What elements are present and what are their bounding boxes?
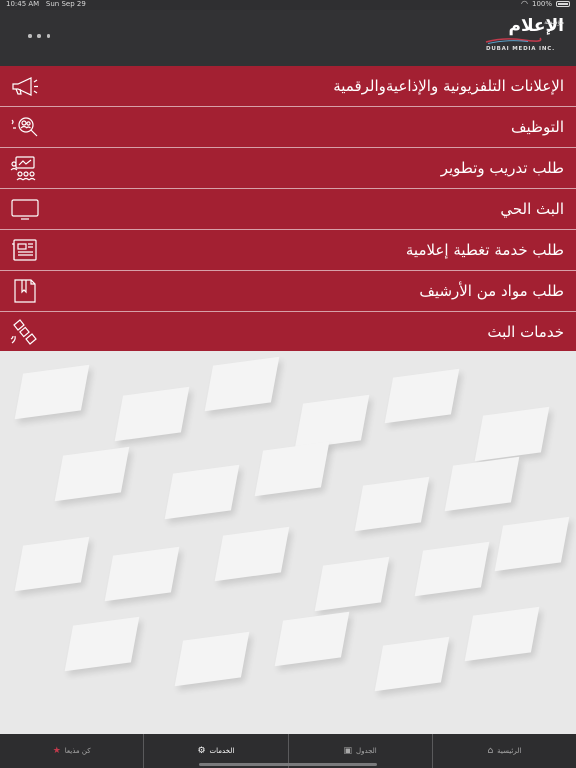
background-tile [374, 636, 450, 692]
decorative-background [0, 351, 576, 734]
background-tile [64, 616, 140, 672]
tab-label: كن مذيعا [64, 747, 91, 755]
background-tile [214, 526, 290, 582]
status-bar: 10:45 AM Sun Sep 29 ◠ 100% [0, 0, 576, 10]
home-icon: ⌂ [487, 746, 494, 756]
background-tile [174, 631, 250, 687]
menu-item-training[interactable]: طلب تدريب وتطوير [0, 148, 576, 189]
background-tile [254, 441, 330, 497]
services-icon: ⚙ [197, 746, 206, 756]
background-tile [384, 368, 460, 424]
tab-be-a-presenter[interactable]: ★ كن مذيعا [0, 734, 143, 768]
more-dots-icon [28, 34, 32, 38]
background-tile [444, 456, 520, 512]
menu-item-label: خدمات البث [487, 323, 564, 341]
menu-item-archive[interactable]: طلب مواد من الأرشيف [0, 271, 576, 312]
background-tile [54, 446, 130, 502]
menu-item-label: طلب مواد من الأرشيف [419, 282, 564, 300]
star-icon: ★ [52, 746, 61, 756]
archive-folder-icon [10, 278, 40, 304]
status-time-date: 10:45 AM Sun Sep 29 [6, 0, 86, 8]
background-tile [274, 611, 350, 667]
status-time: 10:45 AM [6, 0, 40, 8]
satellite-icon [10, 319, 40, 345]
more-dots-icon [37, 34, 41, 38]
menu-item-careers[interactable]: التوظيف [0, 107, 576, 148]
background-tile [314, 556, 390, 612]
background-tile [14, 364, 90, 420]
megaphone-icon [10, 73, 40, 99]
menu-item-live[interactable]: البث الحي [0, 189, 576, 230]
tv-icon [10, 196, 40, 222]
logo-arabic-small: مؤسسة [544, 19, 564, 26]
background-tile [14, 536, 90, 592]
bottom-tab-bar: ★ كن مذيعا ⚙ الخدمات ▣ الجدول ⌂ الرئيسية [0, 734, 576, 768]
dubai-media-logo: الإعلام مؤسسة DUBAI MEDIA INC. [482, 16, 564, 56]
schedule-icon: ▣ [343, 746, 352, 756]
background-tile [464, 606, 540, 662]
services-menu: الإعلانات التلفزيونية والإذاعيةوالرقمية … [0, 66, 576, 352]
background-tile [104, 546, 180, 602]
tab-label: الجدول [356, 747, 377, 755]
background-tile [164, 464, 240, 520]
background-tile [114, 386, 190, 442]
newspaper-icon [10, 237, 40, 263]
background-tile [294, 394, 370, 450]
search-people-icon [10, 114, 40, 140]
more-dots-icon [46, 34, 50, 38]
background-tile [494, 516, 570, 572]
menu-item-label: البث الحي [500, 200, 564, 218]
background-tile [204, 356, 280, 412]
background-tile [474, 406, 550, 462]
tab-home[interactable]: ⌂ الرئيسية [431, 734, 576, 768]
background-tile [354, 476, 430, 532]
status-indicators: ◠ 100% [521, 0, 570, 8]
menu-item-media-coverage[interactable]: طلب خدمة تغطية إعلامية [0, 230, 576, 271]
app-header: الإعلام مؤسسة DUBAI MEDIA INC. [0, 10, 576, 66]
status-date: Sun Sep 29 [45, 0, 86, 8]
menu-item-label: طلب خدمة تغطية إعلامية [405, 241, 564, 259]
more-options-button[interactable] [28, 28, 50, 44]
battery-icon [556, 1, 570, 7]
menu-item-broadcast[interactable]: خدمات البث [0, 312, 576, 352]
tab-label: الرئيسية [497, 747, 522, 755]
home-indicator[interactable] [199, 763, 377, 766]
background-tile [414, 541, 490, 597]
battery-percent: 100% [531, 0, 552, 8]
menu-item-label: الإعلانات التلفزيونية والإذاعيةوالرقمية [333, 77, 564, 95]
logo-swoosh-icon [485, 37, 542, 44]
tab-label: الخدمات [209, 747, 235, 755]
menu-item-label: طلب تدريب وتطوير [440, 159, 564, 177]
logo-english: DUBAI MEDIA INC. [486, 46, 556, 52]
menu-item-label: التوظيف [510, 118, 564, 136]
wifi-icon: ◠ [521, 0, 528, 8]
training-icon [10, 155, 40, 181]
menu-item-ads[interactable]: الإعلانات التلفزيونية والإذاعيةوالرقمية [0, 66, 576, 107]
